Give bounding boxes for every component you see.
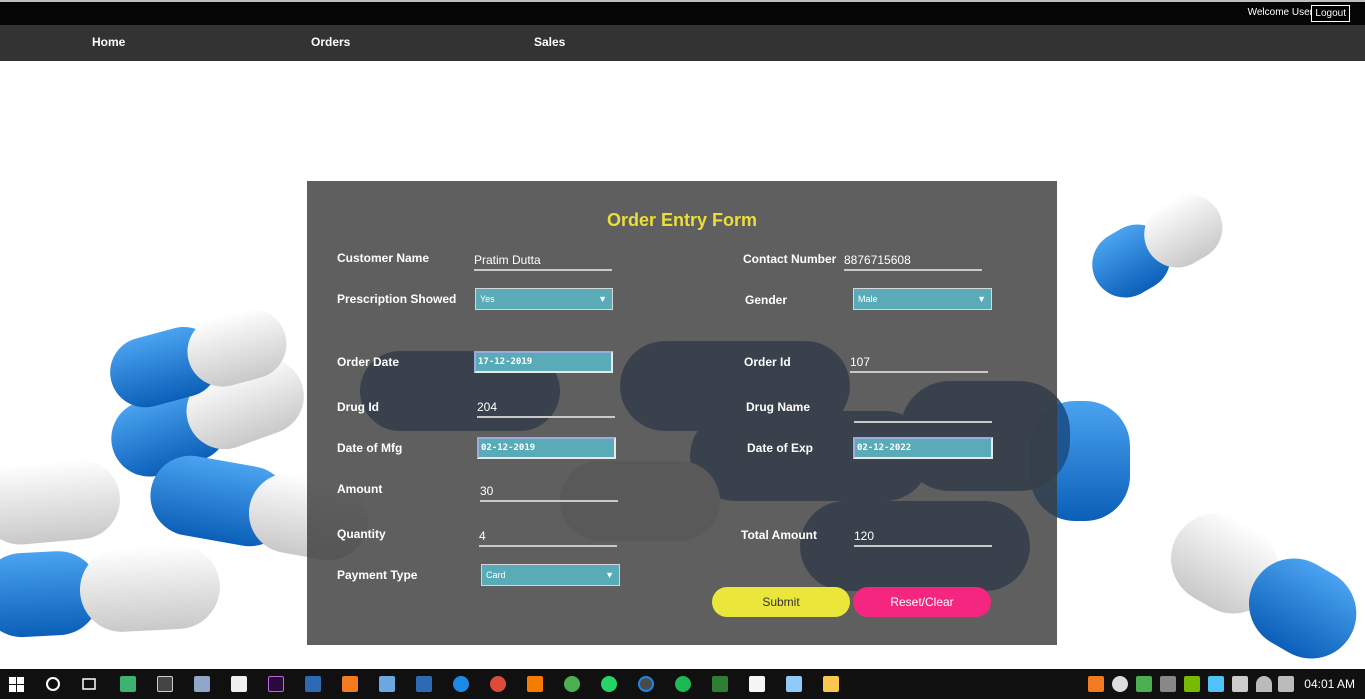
tray-app-icon[interactable] <box>1160 676 1176 692</box>
tray-app-icon-2[interactable] <box>1208 676 1224 692</box>
premiere-icon[interactable] <box>268 676 284 692</box>
app-icon-3[interactable] <box>379 676 395 692</box>
gender-select[interactable]: Male ▼ <box>853 288 992 310</box>
nvidia-icon[interactable] <box>1184 676 1200 692</box>
virtualbox-icon[interactable] <box>305 676 321 692</box>
reset-clear-button[interactable]: Reset/Clear <box>853 587 991 617</box>
total-amount-label: Total Amount <box>741 528 817 542</box>
xampp-icon[interactable] <box>342 676 358 692</box>
shield-icon[interactable] <box>1136 676 1152 692</box>
amount-input[interactable]: 30 <box>480 482 618 502</box>
chevron-down-icon: ▼ <box>605 570 614 580</box>
contact-number-input[interactable]: 8876715608 <box>844 251 982 271</box>
payment-type-select[interactable]: Card ▼ <box>481 564 620 586</box>
chrome-active-icon[interactable] <box>638 676 654 692</box>
mfg-date-input[interactable]: 02-12-2019 <box>477 437 616 459</box>
app-icon-1[interactable] <box>120 676 136 692</box>
mongodb-icon[interactable] <box>712 676 728 692</box>
windows-start-icon[interactable] <box>9 677 24 692</box>
search-icon[interactable] <box>45 676 61 692</box>
order-date-input[interactable]: 17-12-2019 <box>474 351 613 373</box>
gender-value: Male <box>858 294 878 304</box>
chrome-icon[interactable] <box>490 676 506 692</box>
drug-id-input[interactable]: 204 <box>477 398 615 418</box>
taskbar: 04:01 AM <box>0 669 1365 699</box>
order-entry-form: Order Entry Form Customer Name Pratim Du… <box>307 181 1057 645</box>
teamviewer-icon[interactable] <box>453 676 469 692</box>
amount-label: Amount <box>337 482 383 496</box>
exp-date-label: Date of Exp <box>747 441 814 455</box>
sublime-icon[interactable] <box>527 676 543 692</box>
customer-name-input[interactable]: Pratim Dutta <box>474 251 612 271</box>
chevron-down-icon: ▼ <box>598 294 607 304</box>
task-view-icon[interactable] <box>81 677 97 691</box>
folder-icon[interactable] <box>823 676 839 692</box>
total-amount-input[interactable]: 120 <box>854 527 992 547</box>
drug-name-input[interactable] <box>854 403 992 423</box>
xampp-tray-icon[interactable] <box>1088 676 1104 692</box>
spotify-icon[interactable] <box>675 676 691 692</box>
order-id-label: Order Id <box>744 355 791 369</box>
submit-button[interactable]: Submit <box>712 587 850 617</box>
drug-name-label: Drug Name <box>746 400 811 414</box>
gender-label: Gender <box>745 293 788 307</box>
chrome-icon-2[interactable] <box>564 676 580 692</box>
quantity-input[interactable]: 4 <box>479 527 617 547</box>
volume-icon[interactable] <box>1278 676 1294 692</box>
nav-orders[interactable]: Orders <box>311 35 350 49</box>
chevron-down-icon: ▼ <box>977 294 986 304</box>
clock[interactable]: 04:01 AM <box>1304 677 1355 691</box>
customer-name-label: Customer Name <box>337 251 430 265</box>
cloud-icon[interactable] <box>1112 676 1128 692</box>
cmd-icon[interactable] <box>157 676 173 692</box>
payment-type-value: Card <box>486 570 506 580</box>
nav-home[interactable]: Home <box>92 35 125 49</box>
logout-button[interactable]: Logout <box>1311 5 1350 22</box>
drug-id-label: Drug Id <box>337 400 379 414</box>
whatsapp-icon[interactable] <box>601 676 617 692</box>
top-bar: Welcome User Logout <box>0 0 1365 25</box>
exp-date-input[interactable]: 02-12-2022 <box>853 437 993 459</box>
paint-icon[interactable] <box>786 676 802 692</box>
payment-type-label: Payment Type <box>337 568 418 582</box>
battery-icon[interactable] <box>1232 676 1248 692</box>
mongodb-compass-icon[interactable] <box>749 676 765 692</box>
prescription-value: Yes <box>480 294 495 304</box>
wifi-icon[interactable] <box>1256 676 1272 692</box>
nav-bar: Home Orders Sales <box>0 25 1365 61</box>
file-icon[interactable] <box>231 676 247 692</box>
nav-sales[interactable]: Sales <box>534 35 565 49</box>
order-id-input[interactable]: 107 <box>850 353 988 373</box>
virtualbox-icon-2[interactable] <box>416 676 432 692</box>
prescription-select[interactable]: Yes ▼ <box>475 288 613 310</box>
order-date-label: Order Date <box>337 355 400 369</box>
form-title: Order Entry Form <box>606 210 758 230</box>
prescription-label: Prescription Showed <box>337 292 457 306</box>
contact-number-label: Contact Number <box>743 252 837 266</box>
mfg-date-label: Date of Mfg <box>337 441 403 455</box>
app-icon-2[interactable] <box>194 676 210 692</box>
welcome-text: Welcome User <box>1247 7 1313 18</box>
quantity-label: Quantity <box>337 527 386 541</box>
